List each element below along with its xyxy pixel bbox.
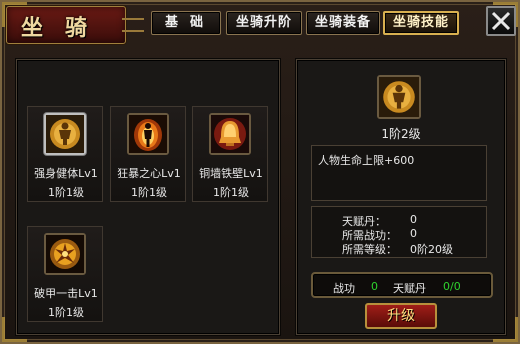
bronze-bell-shield-icon [211,115,249,153]
skill-level: 1阶1级 [48,306,84,319]
golden-warrior-icon [46,115,84,153]
flame-figure-icon [129,115,167,153]
skill-icon-frame [209,113,251,155]
tab-mount-equipment[interactable]: 坐骑装备 [306,11,380,35]
resource-bar: 战功 0 天赋丹 0/0 [311,272,493,298]
close-icon [491,11,511,31]
skill-icon-frame [44,113,86,155]
skill-list-panel: 强身健体Lv1 1阶1级 狂暴之心Lv1 1阶1级 铜墙铁壁Lv1 1阶1级 破… [16,59,280,335]
skill-level: 1阶1级 [48,186,84,199]
skill-card-berserk-heart[interactable]: 狂暴之心Lv1 1阶1级 [110,106,186,202]
requirement-value: 0阶20级 [410,243,453,256]
window-title: 坐骑 [21,15,110,41]
merit-value: 0 [371,280,378,293]
merit-label: 战功 [333,282,355,295]
skill-name: 狂暴之心Lv1 [117,167,181,180]
requirement-label: 所需等级： [342,243,397,256]
skill-card-strong-body[interactable]: 强身健体Lv1 1阶1级 [27,106,103,202]
shattered-armor-icon [46,235,84,273]
skill-icon-frame [127,113,169,155]
skill-level: 1阶1级 [213,186,249,199]
skill-description: 人物生命上限+600 [318,154,415,167]
requirements-box: 天赋丹： 0 所需战功： 0 所需等级： 0阶20级 [311,206,487,258]
skill-card-armor-break[interactable]: 破甲一击Lv1 1阶1级 [27,226,103,322]
skill-description-box: 人物生命上限+600 [311,145,487,201]
title-ornament [122,18,144,32]
requirement-row: 所需等级： 0阶20级 [342,241,453,257]
mount-window: 坐骑 基础 坐骑升阶 坐骑装备 坐骑技能 强身健体Lv1 1阶1级 狂暴之心Lv… [0,0,520,344]
skill-name: 破甲一击Lv1 [34,287,98,300]
upgrade-button[interactable]: 升级 [365,303,437,329]
title-plate: 坐骑 [6,6,126,44]
talent-pill-value: 0/0 [443,280,461,293]
tab-mount-upgrade[interactable]: 坐骑升阶 [226,11,302,35]
skill-card-iron-wall[interactable]: 铜墙铁壁Lv1 1阶1级 [192,106,268,202]
talent-pill-label: 天赋丹 [393,282,426,295]
skill-name: 铜墙铁壁Lv1 [199,167,263,180]
tab-basic[interactable]: 基础 [151,11,221,35]
detail-icon-frame [377,75,421,119]
skill-level: 1阶1级 [131,186,167,199]
skill-icon-frame [44,233,86,275]
requirement-value: 0 [410,227,417,240]
tab-mount-skills[interactable]: 坐骑技能 [383,11,459,35]
skill-detail-panel: 1阶2级 人物生命上限+600 天赋丹： 0 所需战功： 0 所需等级： 0阶2… [296,59,506,335]
skill-name: 强身健体Lv1 [34,167,98,180]
golden-warrior-icon [379,77,419,117]
requirement-value: 0 [410,213,417,226]
detail-next-level: 1阶2级 [381,127,421,141]
close-button[interactable] [486,6,516,36]
